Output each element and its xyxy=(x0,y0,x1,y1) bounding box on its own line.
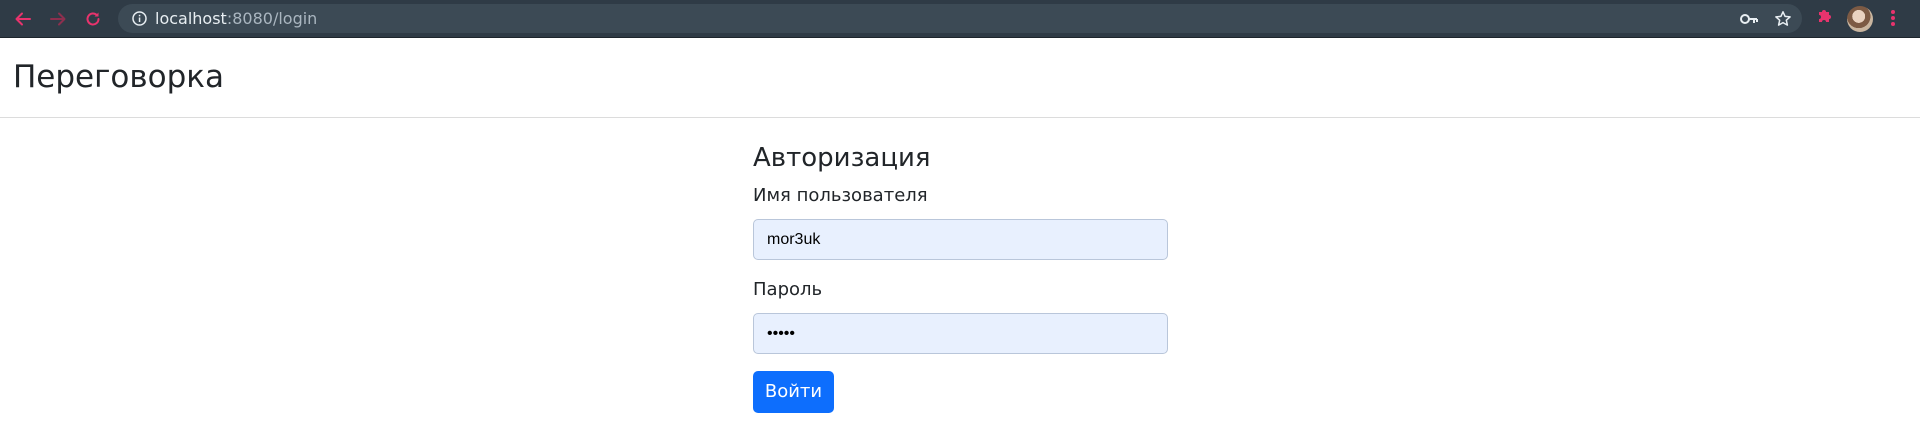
more-menu-icon[interactable] xyxy=(1890,8,1896,28)
extensions-icon[interactable] xyxy=(1815,6,1835,26)
url-path: :8080/login xyxy=(226,9,318,28)
forward-button[interactable] xyxy=(43,4,73,34)
arrow-right-icon xyxy=(50,12,66,26)
key-icon[interactable] xyxy=(1739,10,1759,28)
back-button[interactable] xyxy=(8,4,38,34)
brand-title[interactable]: Переговорка xyxy=(13,58,224,96)
username-input[interactable] xyxy=(753,219,1168,260)
password-input[interactable] xyxy=(753,313,1168,354)
reload-button[interactable] xyxy=(78,4,108,34)
app-navbar: Переговорка xyxy=(0,38,1920,118)
url-host: localhost xyxy=(155,9,227,28)
form-title: Авторизация xyxy=(753,143,931,173)
star-icon[interactable] xyxy=(1774,10,1792,28)
info-icon[interactable] xyxy=(132,11,147,26)
login-button[interactable]: Войти xyxy=(753,371,834,413)
address-url: localhost:8080/login xyxy=(155,10,317,28)
password-label: Пароль xyxy=(753,279,823,300)
address-bar[interactable]: localhost:8080/login xyxy=(118,4,1802,33)
profile-avatar[interactable] xyxy=(1847,6,1873,32)
arrow-left-icon xyxy=(15,12,31,26)
username-label: Имя пользователя xyxy=(753,185,928,206)
reload-icon xyxy=(86,12,100,26)
browser-toolbar: localhost:8080/login xyxy=(0,0,1920,38)
